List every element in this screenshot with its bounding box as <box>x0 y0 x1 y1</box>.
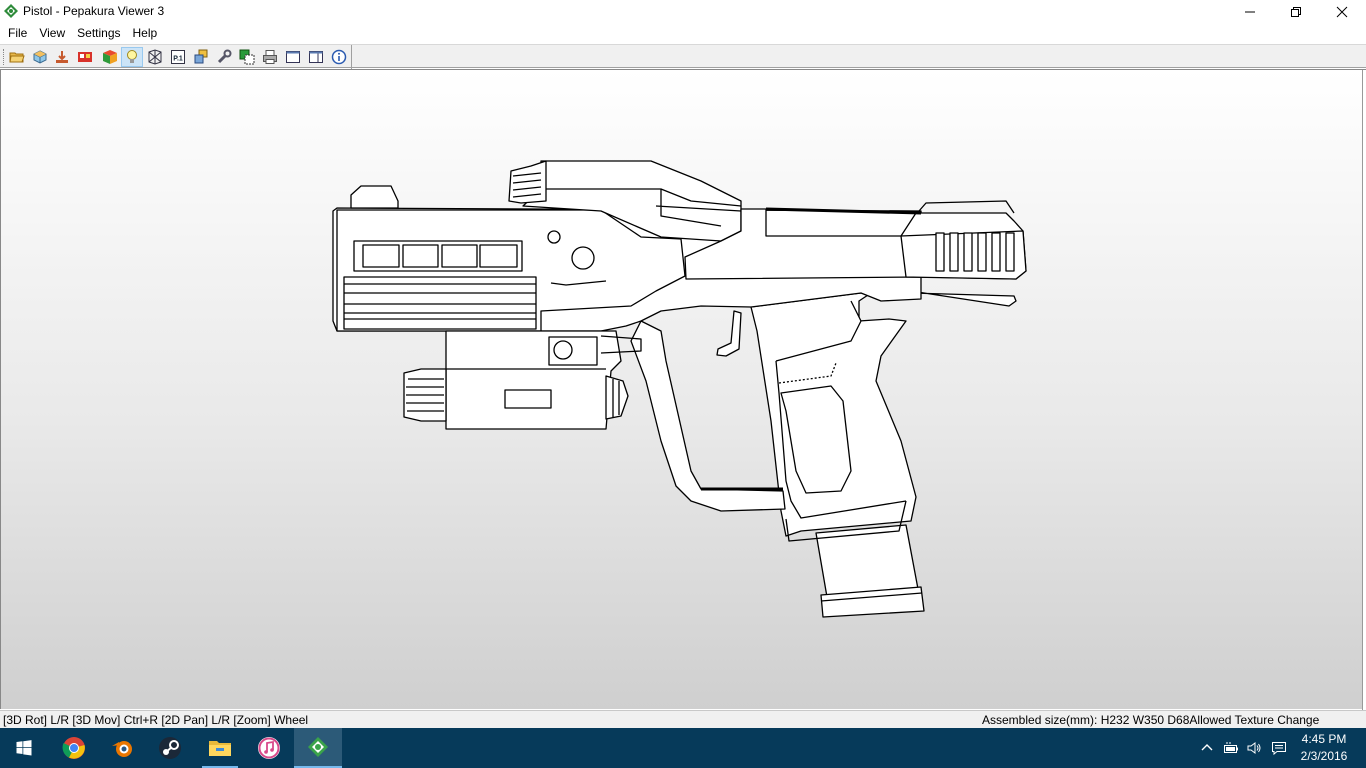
blender-icon <box>112 741 132 757</box>
layers-icon <box>239 49 255 65</box>
notification-icon <box>1272 742 1286 756</box>
taskbar-blender[interactable] <box>98 728 146 768</box>
minimize-button[interactable] <box>1227 0 1273 23</box>
steam-icon <box>159 737 181 759</box>
page-number-icon: P.1 <box>171 50 185 64</box>
light-bulb-icon <box>127 50 137 63</box>
printer-icon <box>263 50 277 64</box>
unfold-button[interactable] <box>51 47 73 67</box>
menu-file[interactable]: File <box>2 23 33 43</box>
tray-battery[interactable] <box>1220 728 1242 768</box>
tray-volume[interactable] <box>1244 728 1264 768</box>
start-button[interactable] <box>0 728 48 768</box>
3d-model-icon <box>33 50 47 64</box>
volume-icon <box>1247 742 1261 754</box>
print-button[interactable] <box>259 47 281 67</box>
layers-button[interactable] <box>236 47 258 67</box>
split-pane-icon <box>309 51 323 63</box>
toolbar: P.1 <box>0 44 1366 69</box>
pepakura-icon <box>4 4 18 18</box>
page-number-button[interactable]: P.1 <box>167 47 189 67</box>
close-button[interactable] <box>1319 0 1365 23</box>
tray-overflow[interactable] <box>1198 728 1216 768</box>
minimize-icon <box>1245 11 1255 12</box>
status-hint: [3D Rot] L/R [3D Mov] Ctrl+R [2D Pan] L/… <box>3 713 309 727</box>
texture-icon <box>78 52 92 62</box>
single-pane-button[interactable] <box>282 47 304 67</box>
taskbar: 4:45 PM 2/3/2016 <box>0 728 1366 768</box>
info-icon <box>331 49 347 65</box>
svg-text:P.1: P.1 <box>173 56 183 63</box>
settings-button[interactable] <box>213 47 235 67</box>
taskbar-itunes[interactable] <box>245 728 293 768</box>
color-cube-icon <box>103 50 117 64</box>
window-title: Pistol - Pepakura Viewer 3 <box>23 4 165 18</box>
open-folder-icon <box>9 52 25 63</box>
viewport-scroll-edge[interactable] <box>1362 70 1366 710</box>
menu-settings[interactable]: Settings <box>71 23 126 43</box>
windows-start-icon <box>16 740 32 756</box>
title-bar: Pistol - Pepakura Viewer 3 <box>0 0 1366 23</box>
open-button[interactable] <box>6 47 28 67</box>
toolbar-separator <box>351 45 352 69</box>
unfold-icon <box>56 51 68 63</box>
chrome-icon <box>62 737 85 759</box>
itunes-icon <box>258 737 280 759</box>
close-icon <box>1336 6 1348 17</box>
status-bar: [3D Rot] L/R [3D Mov] Ctrl+R [2D Pan] L/… <box>0 710 1366 728</box>
single-pane-icon <box>286 51 300 63</box>
color-button[interactable] <box>99 47 121 67</box>
restore-button[interactable] <box>1273 0 1319 23</box>
3d-viewport[interactable] <box>0 69 1366 710</box>
clock-time: 4:45 PM <box>1301 732 1347 746</box>
clock-date: 2/3/2016 <box>1300 749 1348 763</box>
pistol-wireframe-model <box>332 160 1027 618</box>
restore-icon <box>1291 6 1301 17</box>
wireframe-icon <box>148 49 162 65</box>
taskbar-steam[interactable] <box>146 728 194 768</box>
tray-notifications[interactable] <box>1268 728 1290 768</box>
battery-icon <box>1224 742 1238 753</box>
taskbar-chrome[interactable] <box>50 728 98 768</box>
texture-button[interactable] <box>74 47 96 67</box>
menu-bar: File View Settings Help <box>0 23 1366 43</box>
taskbar-file-explorer[interactable] <box>196 728 244 768</box>
pepakura-icon <box>308 737 328 757</box>
about-button[interactable] <box>328 47 350 67</box>
chevron-up-icon <box>1201 744 1213 751</box>
parts-button[interactable] <box>190 47 212 67</box>
3d-view-button[interactable] <box>29 47 51 67</box>
menu-help[interactable]: Help <box>127 23 164 43</box>
parts-icon <box>194 49 208 64</box>
wrench-icon <box>217 49 232 64</box>
file-explorer-icon <box>209 741 231 756</box>
status-size-info: Assembled size(mm): H232 W350 D68Allowed… <box>982 713 1320 727</box>
taskbar-pepakura[interactable] <box>294 728 342 768</box>
menu-view[interactable]: View <box>33 23 71 43</box>
taskbar-clock[interactable]: 4:45 PM 2/3/2016 <box>1294 731 1354 765</box>
light-button[interactable] <box>121 47 143 67</box>
split-pane-button[interactable] <box>305 47 327 67</box>
wireframe-button[interactable] <box>144 47 166 67</box>
